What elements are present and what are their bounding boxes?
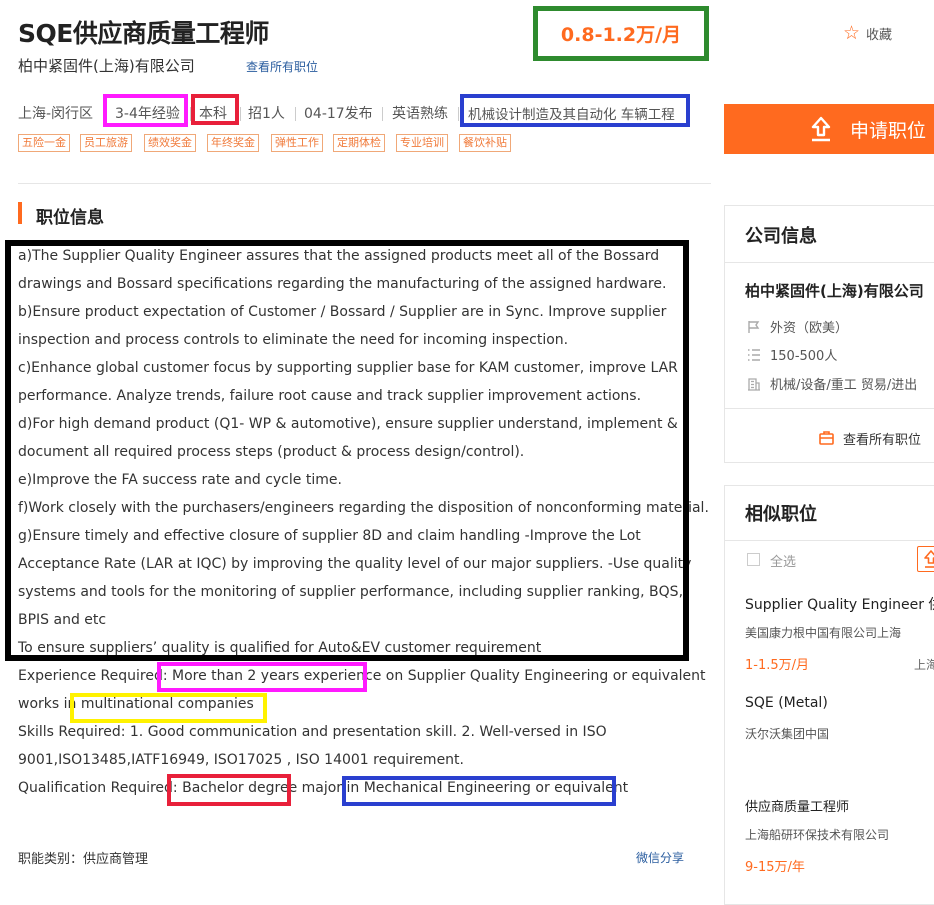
welfare-tag: 绩效奖金 [144,134,196,152]
highlight-education [191,94,239,125]
welfare-tag: 专业培训 [396,134,448,152]
wechat-share-link[interactable]: 微信分享 [636,849,684,866]
company-size: 150-500人 [770,349,838,364]
similar-job-title[interactable]: Supplier Quality Engineer 供 [745,594,934,614]
divider [18,183,711,184]
section-accent-bar [18,202,22,224]
similar-job-company[interactable]: 美国康力根中国有限公司上海 [745,624,901,641]
building-icon [748,378,760,391]
company-name[interactable]: 柏中紧固件(上海)有限公司 [18,55,195,76]
salary: 0.8-1.2万/月 [560,24,682,46]
divider [725,540,934,541]
divider [725,262,934,263]
highlight-responsibilities [5,240,689,661]
description-line: Skills Required: 1. Good communication a… [18,724,607,740]
description-line: 9001,ISO13485,IATF16949, ISO17025 , ISO … [18,752,464,768]
view-all-jobs-link[interactable]: 查看所有职位 [246,58,318,75]
highlight-industry [460,94,690,127]
similar-jobs-title: 相似职位 [745,504,817,525]
highlight-experience-required [157,662,367,692]
company-info-name[interactable]: 柏中紧固件(上海)有限公司 [745,280,924,301]
divider [725,408,934,409]
section-title: 职位信息 [36,208,104,228]
highlight-major [342,776,616,806]
favorite-label: 收藏 [866,28,893,43]
company-view-all-jobs[interactable]: 查看所有职位 [843,429,921,448]
similar-job-salary: 1-1.5万/月 [745,658,810,673]
salary-highlight-box: 0.8-1.2万/月 [533,6,709,61]
select-all-label[interactable]: 全选 [770,551,796,570]
welfare-tag: 五险一金 [18,134,70,152]
welfare-tag: 弹性工作 [271,134,323,152]
similar-job-salary: 9-15万/年 [745,860,805,875]
highlight-experience [103,94,188,127]
star-icon: ☆ [843,22,861,44]
select-all-checkbox[interactable] [747,553,760,566]
meta-posted: 04-17发布 [304,106,373,122]
similar-jobs-card: 相似职位 全选 Supplier Quality Engineer 供 美国康力… [724,485,934,905]
welfare-tag: 年终奖金 [207,134,259,152]
apply-button[interactable]: 申请职位 [724,104,934,154]
favorite-button[interactable]: ☆ 收藏 [843,22,893,44]
company-industry: 机械/设备/重工 贸易/进出 [770,378,918,393]
welfare-tag: 定期体检 [333,134,385,152]
flag-icon [748,321,760,333]
similar-job-title[interactable]: SQE (Metal) [745,695,828,711]
upload-icon [924,550,934,568]
company-info-card: 公司信息 柏中紧固件(上海)有限公司 外资（欧美） 150-500人 机械/设备… [724,205,934,463]
batch-apply-button[interactable] [917,546,934,572]
apply-label: 申请职位 [850,119,927,142]
company-type: 外资（欧美） [770,321,849,336]
meta-language: 英语熟练 [392,106,448,122]
job-category: 职能类别：供应商管理 [18,852,149,867]
similar-job-company[interactable]: 上海船研环保技术有限公司 [745,826,889,843]
highlight-multinational [70,693,267,723]
job-title: SQE供应商质量工程师 [18,19,269,48]
welfare-tag: 员工旅游 [80,134,132,152]
highlight-bachelor [167,774,291,806]
upload-icon [811,116,831,142]
similar-job-title[interactable]: 供应商质量工程师 [745,796,849,815]
briefcase-icon [819,431,834,445]
meta-location: 上海-闵行区 [18,106,94,122]
company-info-title: 公司信息 [745,226,817,247]
similar-job-location: 上海 [914,658,934,672]
list-icon [748,349,760,361]
welfare-tag: 餐饮补贴 [459,134,511,152]
meta-headcount: 招1人 [248,106,285,122]
similar-job-company[interactable]: 沃尔沃集团中国 [745,725,829,742]
